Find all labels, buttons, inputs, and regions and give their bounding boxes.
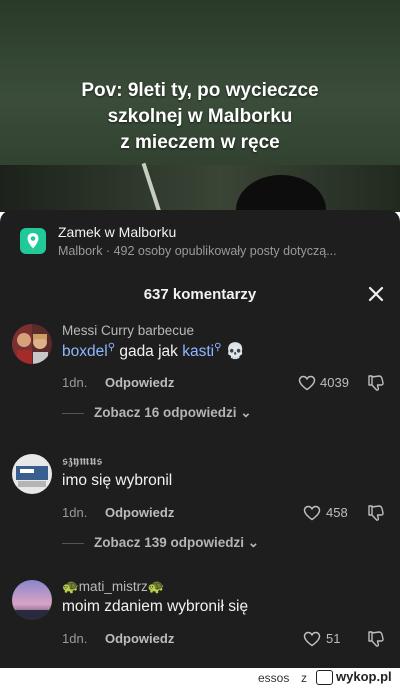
comment-time: 1dn. bbox=[62, 375, 88, 390]
chevron-down-icon: ⌄ bbox=[236, 405, 252, 420]
wykop-logo[interactable]: wykop.pl bbox=[316, 669, 392, 686]
caption-line-1: Pov: 9leti ty, po wycieczce bbox=[81, 80, 319, 101]
view-replies-button[interactable]: Zobacz 16 odpowiedzi ⌄ bbox=[62, 405, 252, 421]
comment-item: 🐢mati_mistrz🐢 moim zdaniem wybronił się … bbox=[0, 576, 400, 666]
mention-link[interactable]: kasti bbox=[182, 343, 214, 360]
view-replies-label: Zobacz 139 odpowiedzi bbox=[94, 535, 245, 550]
skull-emoji: 💀 bbox=[225, 343, 246, 361]
location-subtitle: Malbork · 492 osoby opublikowały posty d… bbox=[58, 244, 337, 258]
location-pin-icon bbox=[20, 228, 46, 254]
reply-button[interactable]: Odpowiedz bbox=[105, 631, 174, 646]
comment-username[interactable]: Messi Curry barbecue bbox=[62, 323, 194, 338]
reply-button[interactable]: Odpowiedz bbox=[105, 375, 174, 390]
caption-line-2: szkolnej w Malborku bbox=[107, 106, 293, 127]
comment-time: 1dn. bbox=[62, 505, 88, 520]
like-count: 51 bbox=[326, 631, 341, 646]
dislike-icon[interactable] bbox=[366, 503, 386, 523]
footer-username[interactable]: essos bbox=[258, 671, 289, 685]
comment-text: moim zdaniem wybronił się bbox=[62, 598, 249, 615]
comment-text: imo się wybronil bbox=[62, 472, 173, 489]
reply-button[interactable]: Odpowiedz bbox=[105, 505, 174, 520]
heart-icon[interactable] bbox=[298, 375, 316, 391]
close-icon[interactable] bbox=[364, 282, 388, 306]
comment-username[interactable]: 🐢mati_mistrz🐢 bbox=[62, 579, 165, 595]
avatar[interactable] bbox=[12, 324, 52, 364]
wykop-site: wykop.pl bbox=[336, 669, 392, 684]
footer-z: z bbox=[301, 671, 307, 685]
search-icon: ⚲ bbox=[107, 342, 116, 353]
comment-time: 1dn. bbox=[62, 631, 88, 646]
view-replies-label: Zobacz 16 odpowiedzi bbox=[94, 405, 237, 420]
avatar[interactable] bbox=[12, 580, 52, 620]
heart-icon[interactable] bbox=[303, 631, 321, 647]
wykop-footer: essos z wykop.pl bbox=[0, 668, 400, 688]
view-replies-button[interactable]: Zobacz 139 odpowiedzi ⌄ bbox=[62, 535, 259, 551]
comment-text-middle: gada jak bbox=[115, 343, 183, 361]
location-title: Zamek w Malborku bbox=[58, 224, 177, 240]
like-count: 4039 bbox=[320, 375, 349, 390]
comment-item: Messi Curry barbecue boxdel⚲ gada jak ka… bbox=[0, 320, 400, 435]
avatar[interactable] bbox=[12, 454, 52, 494]
replies-divider bbox=[62, 542, 84, 544]
like-count: 458 bbox=[326, 505, 348, 520]
comment-text: boxdel⚲ gada jak kasti⚲ 💀 bbox=[62, 342, 245, 361]
comments-sheet: Zamek w Malborku Malbork · 492 osoby opu… bbox=[0, 210, 400, 668]
dislike-icon[interactable] bbox=[366, 373, 386, 393]
heart-icon[interactable] bbox=[303, 505, 321, 521]
video-ground bbox=[0, 165, 400, 212]
comment-count: 637 komentarzy bbox=[143, 286, 257, 303]
chevron-down-icon: ⌄ bbox=[244, 535, 260, 550]
location-banner[interactable]: Zamek w Malborku Malbork · 492 osoby opu… bbox=[0, 210, 400, 270]
dislike-icon[interactable] bbox=[366, 629, 386, 649]
replies-divider bbox=[62, 412, 84, 414]
comment-username[interactable]: 𝖘𝖟𝖞𝖒𝖚𝖘 bbox=[62, 453, 102, 469]
caption-line-3: z mieczem w ręce bbox=[120, 132, 280, 153]
mention-link[interactable]: boxdel bbox=[62, 343, 108, 360]
wykop-logo-icon bbox=[316, 670, 333, 686]
search-icon: ⚲ bbox=[214, 342, 222, 353]
video-caption: Pov: 9leti ty, po wycieczce szkolnej w M… bbox=[0, 78, 400, 156]
comment-item: 𝖘𝖟𝖞𝖒𝖚𝖘 imo się wybronil 1dn. Odpowiedz 4… bbox=[0, 450, 400, 565]
